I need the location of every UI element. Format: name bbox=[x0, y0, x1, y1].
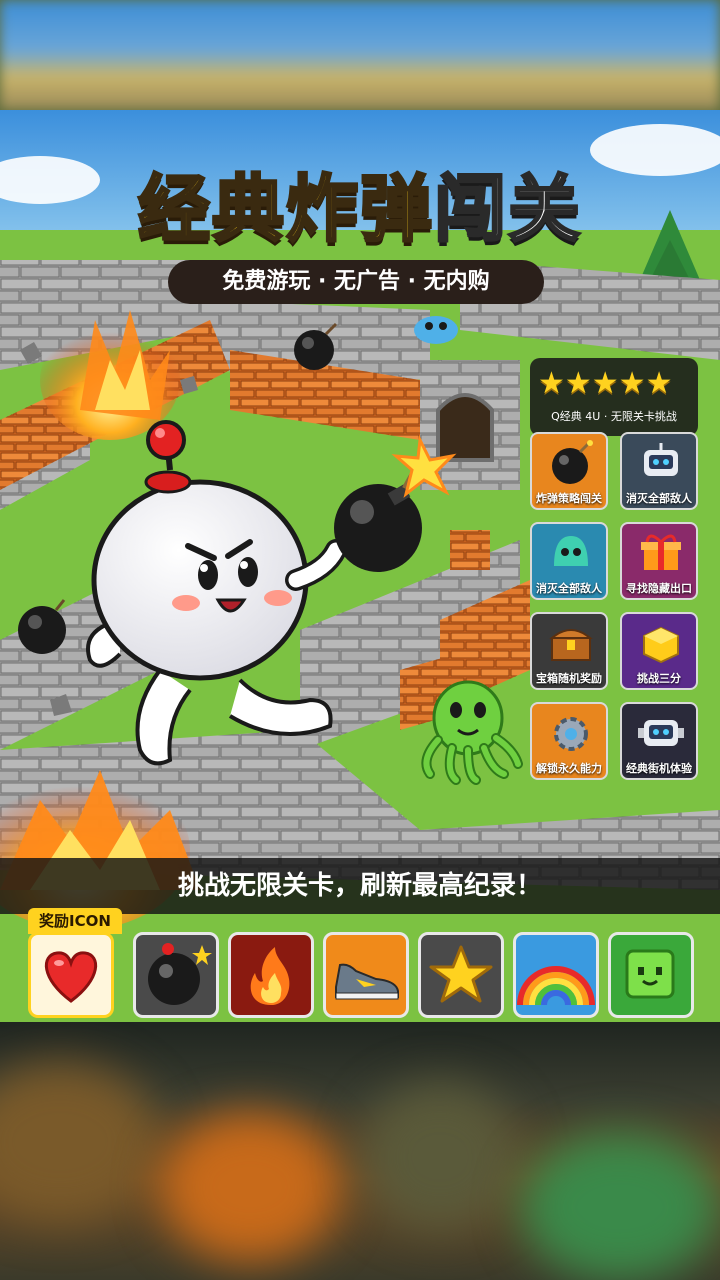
gold-cube-icon bbox=[643, 626, 679, 664]
reward-sneaker bbox=[323, 932, 409, 1018]
feature-label: 宝箱随机奖励 bbox=[536, 672, 602, 685]
reward-green-cube bbox=[608, 932, 694, 1018]
bomb-icon bbox=[552, 440, 593, 484]
heart-icon bbox=[44, 951, 98, 1003]
rainbow-icon bbox=[517, 966, 595, 1006]
robot-icon bbox=[644, 443, 678, 476]
feature-label: 消灭全部敌人 bbox=[536, 582, 602, 595]
blurred-bottom-backdrop bbox=[0, 1022, 720, 1280]
feature-label: 经典街机体验 bbox=[626, 762, 692, 775]
sneaker-icon bbox=[335, 963, 399, 1000]
title-white-part: 闯关 bbox=[432, 166, 583, 253]
feature-chest-reward: 宝箱随机奖励 bbox=[530, 612, 608, 690]
bomb-icon bbox=[148, 943, 212, 1005]
feature-challenge: 挑战三分 bbox=[620, 612, 698, 690]
feature-bomb-strategy: 炸弹策略闯关 bbox=[530, 432, 608, 510]
rating-box: ★★★★★ Q经典 4U · 无限关卡挑战 bbox=[530, 358, 698, 436]
challenge-banner: 挑战无限关卡，刷新最高纪录！ bbox=[0, 858, 720, 914]
reward-heart bbox=[28, 932, 114, 1018]
five-star-rating: ★★★★★ bbox=[538, 366, 673, 401]
banner-text: 挑战无限关卡，刷新最高纪录！ bbox=[177, 871, 542, 901]
chest-icon bbox=[549, 629, 593, 661]
green-cube-icon bbox=[625, 949, 675, 999]
gear-icon bbox=[554, 717, 588, 751]
feature-unlock-ability: 解锁永久能力 bbox=[530, 702, 608, 780]
reward-bomb bbox=[133, 932, 219, 1018]
slime-icon bbox=[554, 536, 588, 566]
reward-rainbow bbox=[513, 932, 599, 1018]
feature-defeat-enemies: 消灭全部敌人 bbox=[620, 432, 698, 510]
blurred-top-backdrop bbox=[0, 0, 720, 110]
feature-label: 炸弹策略闯关 bbox=[536, 492, 602, 505]
robot-icon bbox=[638, 720, 684, 746]
fire-icon bbox=[250, 947, 290, 1005]
feature-label: 解锁永久能力 bbox=[536, 762, 602, 775]
game-poster: 经典炸弹闯关 免费游玩 · 无广告 · 无内购 ★★★★★ Q经典 4U · 无… bbox=[0, 110, 720, 1022]
feature-label: 消灭全部敌人 bbox=[626, 492, 692, 505]
feature-find-exit: 寻找隐藏出口 bbox=[620, 522, 698, 600]
gift-icon bbox=[641, 534, 681, 570]
feature-label: 挑战三分 bbox=[637, 672, 681, 685]
feature-defeat-enemies-2: 消灭全部敌人 bbox=[530, 522, 608, 600]
reward-fire bbox=[228, 932, 314, 1018]
feature-arcade-experience: 经典街机体验 bbox=[620, 702, 698, 780]
game-title: 经典炸弹闯关 bbox=[0, 150, 720, 255]
feature-label: 寻找隐藏出口 bbox=[626, 582, 692, 595]
reward-star bbox=[418, 932, 504, 1018]
reward-icon-label: 奖励ICON bbox=[28, 908, 122, 934]
title-yellow-part: 经典炸弹 bbox=[136, 166, 434, 253]
rating-caption: Q经典 4U · 无限关卡挑战 bbox=[551, 410, 677, 423]
star-icon bbox=[429, 945, 493, 1003]
subtitle-pill: 免费游玩 · 无广告 · 无内购 bbox=[168, 260, 544, 304]
